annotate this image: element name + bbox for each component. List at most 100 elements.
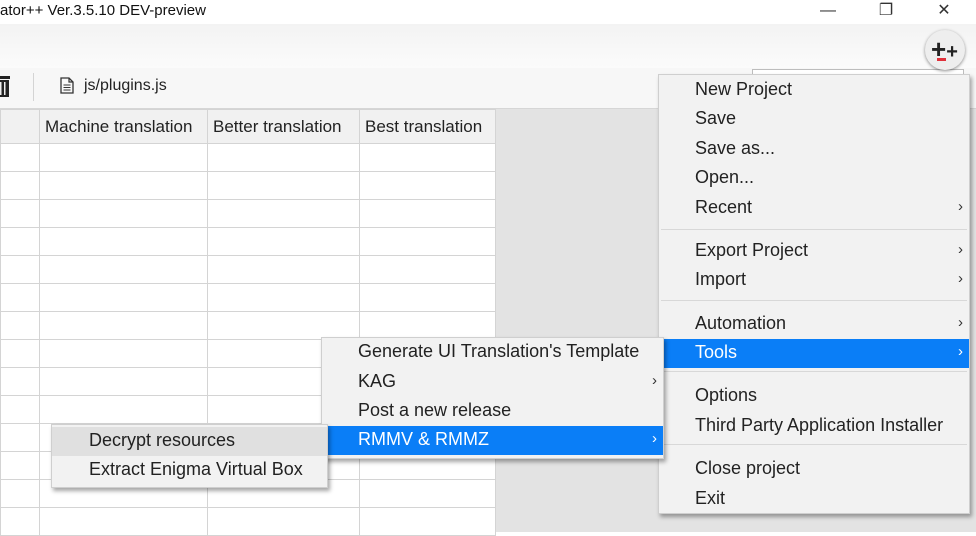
grid-cell[interactable] <box>359 479 496 508</box>
menu-item-third-party-application-installer[interactable]: Third Party Application Installer <box>659 412 969 441</box>
grid-cell[interactable] <box>359 283 496 312</box>
menu-item-save-as[interactable]: Save as... <box>659 135 969 164</box>
menu-item-rmmv-rmmz[interactable]: RMMV & RMMZ › <box>322 426 663 455</box>
column-header[interactable]: Machine translation <box>39 109 208 144</box>
menu-separator <box>661 371 967 372</box>
chevron-right-icon: › <box>958 241 963 258</box>
menu-item-options[interactable]: Options <box>659 382 969 411</box>
grid-cell[interactable] <box>39 255 208 284</box>
grid-cell[interactable] <box>0 451 40 480</box>
menu-item-decrypt-resources[interactable]: Decrypt resources <box>52 427 327 456</box>
grid-cell[interactable] <box>0 227 40 256</box>
grid-cell[interactable] <box>0 143 40 172</box>
grid-cell[interactable] <box>39 395 208 424</box>
menu-item-post-a-new-release[interactable]: Post a new release <box>322 397 663 426</box>
grid-cell[interactable] <box>359 171 496 200</box>
table-row[interactable] <box>0 227 496 256</box>
grid-cell[interactable] <box>359 311 496 340</box>
grid-cell[interactable] <box>0 283 40 312</box>
menu-item-extract-enigma-virtual-box[interactable]: Extract Enigma Virtual Box <box>52 456 327 485</box>
grid-cell[interactable] <box>0 199 40 228</box>
menu-item-label: Save <box>695 108 737 128</box>
menu-item-label: Open... <box>695 167 755 187</box>
menu-item-new-project[interactable]: New Project <box>659 76 969 105</box>
grid-cell[interactable] <box>39 227 208 256</box>
menu-item-kag[interactable]: KAG › <box>322 368 663 397</box>
menu-item-generate-ui-translation-s-template[interactable]: Generate UI Translation's Template <box>322 338 663 367</box>
chevron-right-icon: › <box>958 343 963 360</box>
app-menu-button[interactable]: ++ <box>925 30 965 70</box>
menu-item-open[interactable]: Open... <box>659 164 969 193</box>
table-row[interactable] <box>0 283 496 312</box>
menu-item-tools[interactable]: Tools › <box>659 339 969 368</box>
menu-item-import[interactable]: Import › <box>659 266 969 295</box>
rmmv-submenu: Decrypt resources Extract Enigma Virtual … <box>51 424 328 488</box>
table-row[interactable] <box>0 171 496 200</box>
row-index-header[interactable] <box>0 109 40 144</box>
menu-separator <box>661 444 967 445</box>
menu-item-save[interactable]: Save <box>659 105 969 134</box>
grid-cell[interactable] <box>0 339 40 368</box>
grid-cell[interactable] <box>39 339 208 368</box>
table-row[interactable] <box>0 507 496 536</box>
minimize-button[interactable]: — <box>808 0 848 24</box>
menu-separator <box>661 229 967 230</box>
grid-cell[interactable] <box>0 395 40 424</box>
grid-cell[interactable] <box>207 311 360 340</box>
menu-item-label: New Project <box>695 79 793 99</box>
grid-cell[interactable] <box>0 171 40 200</box>
chevron-right-icon: › <box>652 372 657 389</box>
menu-item-automation[interactable]: Automation › <box>659 310 969 339</box>
window-title: ator++ Ver.3.5.10 DEV-preview <box>0 2 206 19</box>
menu-item-label: Extract Enigma Virtual Box <box>89 459 303 479</box>
chevron-right-icon: › <box>652 430 657 447</box>
grid-cell[interactable] <box>39 311 208 340</box>
menu-item-label: KAG <box>358 371 397 391</box>
title-bar: ator++ Ver.3.5.10 DEV-preview — ❐ ✕ <box>0 0 976 24</box>
grid-cell[interactable] <box>207 199 360 228</box>
grid-cell[interactable] <box>359 143 496 172</box>
table-row[interactable] <box>0 311 496 340</box>
grid-cell[interactable] <box>359 507 496 536</box>
grid-cell[interactable] <box>207 171 360 200</box>
grid-cell[interactable] <box>207 507 360 536</box>
table-row[interactable] <box>0 199 496 228</box>
grid-cell[interactable] <box>0 311 40 340</box>
table-row[interactable] <box>0 255 496 284</box>
chevron-right-icon: › <box>958 314 963 331</box>
grid-cell[interactable] <box>207 143 360 172</box>
grid-cell[interactable] <box>207 255 360 284</box>
menu-item-exit[interactable]: Exit <box>659 485 969 514</box>
grid-cell[interactable] <box>39 171 208 200</box>
menu-item-label: RMMV & RMMZ <box>358 429 489 449</box>
grid-cell[interactable] <box>39 507 208 536</box>
grid-cell[interactable] <box>0 423 40 452</box>
column-header[interactable]: Better translation <box>207 109 360 144</box>
chevron-right-icon: › <box>958 270 963 287</box>
table-row[interactable] <box>0 143 496 172</box>
menu-item-export-project[interactable]: Export Project › <box>659 237 969 266</box>
restore-button[interactable]: ❐ <box>866 0 906 24</box>
grid-cell[interactable] <box>0 479 40 508</box>
tools-submenu: Generate UI Translation's Template KAG › Po… <box>321 337 664 459</box>
grid-cell[interactable] <box>359 199 496 228</box>
trash-icon[interactable] <box>0 74 10 98</box>
tab-file-label[interactable]: js/plugins.js <box>84 77 167 95</box>
grid-cell[interactable] <box>207 283 360 312</box>
menu-item-close-project[interactable]: Close project <box>659 455 969 484</box>
grid-cell[interactable] <box>207 227 360 256</box>
chevron-right-icon: › <box>958 198 963 215</box>
close-button[interactable]: ✕ <box>924 0 964 24</box>
menu-item-recent[interactable]: Recent › <box>659 194 969 223</box>
grid-cell[interactable] <box>0 255 40 284</box>
menu-item-label: Import <box>695 269 747 289</box>
grid-cell[interactable] <box>0 367 40 396</box>
grid-cell[interactable] <box>0 507 40 536</box>
grid-cell[interactable] <box>359 227 496 256</box>
grid-cell[interactable] <box>39 367 208 396</box>
grid-cell[interactable] <box>359 255 496 284</box>
column-header[interactable]: Best translation <box>359 109 496 144</box>
grid-cell[interactable] <box>39 143 208 172</box>
grid-cell[interactable] <box>39 283 208 312</box>
grid-cell[interactable] <box>39 199 208 228</box>
